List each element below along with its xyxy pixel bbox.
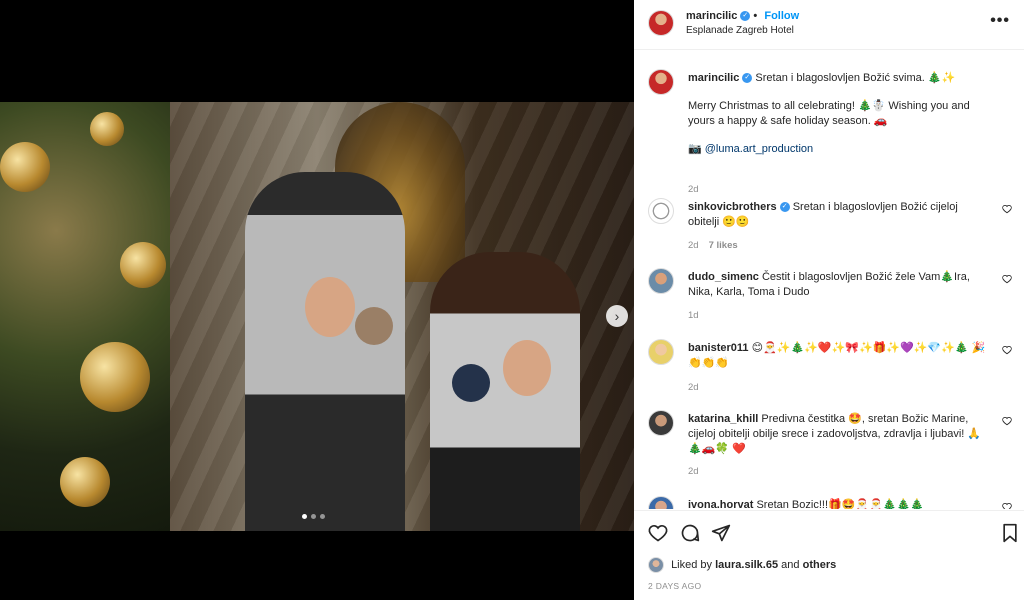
next-photo-button[interactable]: › <box>606 305 628 327</box>
avatar[interactable] <box>648 496 674 509</box>
caption-line1: Sretan i blagoslovljen Božić svima. 🎄✨ <box>755 72 956 84</box>
comment-time: 2d <box>688 240 699 251</box>
avatar[interactable] <box>648 339 674 365</box>
carousel-dots <box>302 514 325 519</box>
woman-figure <box>430 252 580 531</box>
heart-icon[interactable] <box>648 523 668 543</box>
caption-credit[interactable]: 📷 @luma.art_production <box>688 142 988 157</box>
ornament <box>0 142 50 192</box>
caption-username[interactable]: marincilic <box>688 72 739 84</box>
ornament <box>120 242 166 288</box>
ornament <box>90 112 124 146</box>
verified-icon: ✓ <box>742 73 753 84</box>
media-panel: › <box>0 0 634 600</box>
avatar[interactable] <box>648 198 674 224</box>
heart-icon[interactable] <box>1002 345 1012 355</box>
verified-icon: ✓ <box>779 202 790 213</box>
comment-likes[interactable]: 7 likes <box>709 240 738 251</box>
heart-icon[interactable] <box>1002 416 1012 426</box>
comment-text: Sretan Bozic!!!🎁🤩🎅🎅🎄🎄🎄 <box>756 499 924 509</box>
child-head <box>355 307 393 345</box>
more-horizontal-icon[interactable]: ••• <box>990 12 1010 30</box>
man-figure <box>245 172 405 531</box>
follow-button[interactable]: Follow <box>764 10 799 22</box>
verified-icon: ✓ <box>740 11 751 22</box>
heart-icon[interactable] <box>1002 274 1012 284</box>
carousel-dot <box>311 514 316 519</box>
details-panel: marincilic ✓ • Follow Esplanade Zagreb Ho… <box>634 0 1024 600</box>
avatar[interactable] <box>648 557 664 573</box>
bookmark-icon[interactable] <box>1000 523 1020 543</box>
ornament <box>60 457 110 507</box>
comment-username[interactable]: ivona.horvat <box>688 499 753 509</box>
post-photo[interactable] <box>0 102 634 531</box>
post-date: 2 DAYS AGO <box>648 581 702 591</box>
caption-line2: Merry Christmas to all celebrating! 🎄☃️ … <box>688 100 970 127</box>
comment-username[interactable]: katarina_khill <box>688 413 758 425</box>
avatar[interactable] <box>648 268 674 294</box>
liked-by-suffix: and <box>781 558 800 571</box>
carousel-dot <box>320 514 325 519</box>
action-bar: Liked by laura.silk.65 and others 2 DAYS… <box>634 510 1024 600</box>
liked-by-others[interactable]: others <box>803 559 837 571</box>
comments-list[interactable]: marincilic ✓ Sretan i blagoslovljen Božić… <box>634 51 1024 509</box>
heart-icon[interactable] <box>1002 204 1012 214</box>
comment-icon[interactable] <box>680 523 700 543</box>
share-icon[interactable] <box>711 523 731 543</box>
post-header: marincilic ✓ • Follow Esplanade Zagreb Ho… <box>634 0 1024 50</box>
baby-hat <box>452 364 490 402</box>
liked-by: Liked by laura.silk.65 and others <box>648 557 836 573</box>
avatar[interactable] <box>648 410 674 436</box>
comment-username[interactable]: dudo_simenc <box>688 271 759 283</box>
woman-face <box>503 340 551 396</box>
man-face <box>305 277 355 337</box>
liked-by-user[interactable]: laura.silk.65 <box>715 559 778 571</box>
carousel-dot <box>302 514 307 519</box>
location-link[interactable]: Esplanade Zagreb Hotel <box>686 25 794 36</box>
comment-time: 2d <box>688 382 699 393</box>
post-username[interactable]: marincilic <box>686 10 737 22</box>
comment-time: 2d <box>688 466 699 477</box>
ornament <box>80 342 150 412</box>
liked-by-prefix: Liked by <box>671 558 713 571</box>
heart-icon[interactable] <box>1002 502 1012 509</box>
comment-time: 1d <box>688 310 699 321</box>
avatar[interactable] <box>648 69 674 95</box>
comment-username[interactable]: sinkovicbrothers <box>688 201 777 213</box>
caption-time: 2d <box>688 184 699 195</box>
avatar[interactable] <box>648 10 674 36</box>
comment-username[interactable]: banister011 <box>688 342 749 354</box>
